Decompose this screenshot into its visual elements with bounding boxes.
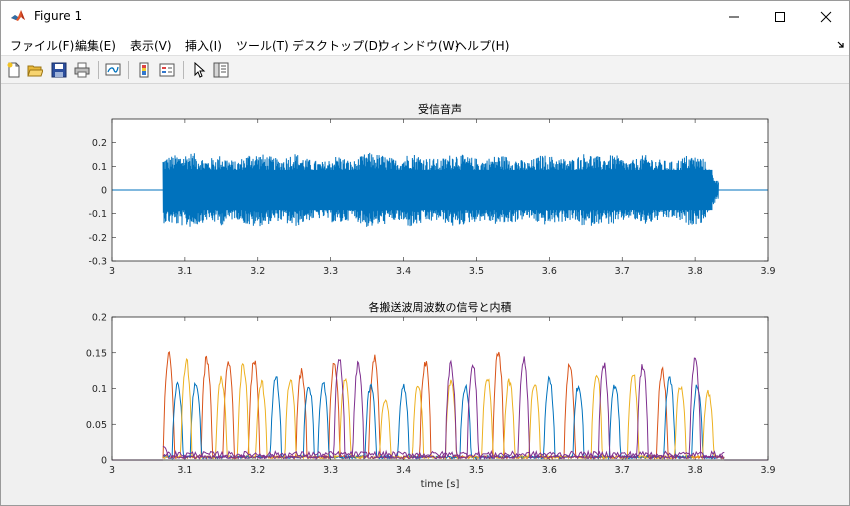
open-file-button[interactable] <box>25 60 45 80</box>
figure-canvas: 受信音声 3 3.1 3.2 3.3 3.4 3.5 3.6 3.7 3.8 3.9 -0.3 -0.2… <box>86 102 776 490</box>
x-tick-label: 3.8 <box>688 266 703 277</box>
matlab-logo-icon <box>11 10 25 21</box>
axes-received-audio[interactable]: 受信音声 3 3.1 3.2 3.3 3.4 3.5 3.6 3.7 3.8 3.9 -0.3 -0.2… <box>88 102 775 277</box>
x-tick-label: 3.1 <box>177 266 192 277</box>
x-tick-label: 3.8 <box>688 465 703 476</box>
link-plot-icon <box>105 63 121 76</box>
axes-carrier-inner-products[interactable]: 各搬送波周波数の信号と内積 3 3.1 3.2 3.3 3.4 3.5 3.6 3.7 3.8 3.… <box>86 300 776 490</box>
x-tick-label: 3.3 <box>323 266 338 277</box>
insert-colorbar-button[interactable] <box>134 60 154 80</box>
y-tick-label: -0.1 <box>88 209 107 220</box>
menu-bar: ファイル(F) 編集(E) 表示(V) 挿入(I) ツール(T) デスクトップ(… <box>1 32 849 56</box>
window-title: Figure 1 <box>34 9 83 23</box>
property-inspector-button[interactable] <box>211 60 231 80</box>
print-button[interactable] <box>72 60 92 80</box>
toolbar-separator <box>98 61 99 79</box>
x-tick-label: 3.7 <box>615 266 630 277</box>
maximize-icon <box>775 11 785 22</box>
y-tick-label: -0.2 <box>88 233 107 244</box>
axes-title: 受信音声 <box>418 102 462 116</box>
x-tick-label: 3.5 <box>469 266 484 277</box>
figure-toolbar <box>1 56 849 84</box>
menu-view[interactable]: 表示(V) <box>130 37 172 54</box>
save-button[interactable] <box>49 60 69 80</box>
minimize-icon <box>729 16 739 17</box>
close-icon <box>820 11 832 22</box>
open-file-icon <box>27 65 43 77</box>
save-icon <box>51 62 67 78</box>
y-tick-label: 0.1 <box>92 162 107 173</box>
maximize-button[interactable] <box>757 1 803 32</box>
menu-help[interactable]: ヘルプ(H) <box>455 37 509 54</box>
property-inspector-icon <box>213 62 229 78</box>
x-tick-label: 3.6 <box>542 266 557 277</box>
menu-insert[interactable]: 挿入(I) <box>185 37 222 54</box>
x-tick-label: 3.9 <box>760 465 775 476</box>
y-tick-label: 0 <box>101 456 107 467</box>
x-axis-label: time [s] <box>421 479 460 490</box>
axes-title: 各搬送波周波数の信号と内積 <box>369 300 512 314</box>
dock-arrow-icon[interactable] <box>836 40 846 50</box>
x-tick-label: 3.1 <box>177 465 192 476</box>
x-tick-label: 3 <box>109 465 115 476</box>
minimize-button[interactable] <box>711 1 757 32</box>
y-tick-label: 0.15 <box>86 348 107 359</box>
x-tick-label: 3.6 <box>542 465 557 476</box>
waveform-core <box>163 169 713 211</box>
y-tick-label: -0.3 <box>88 257 107 268</box>
x-tick-label: 3.2 <box>250 465 265 476</box>
close-button[interactable] <box>803 1 849 32</box>
y-tick-label: 0 <box>101 186 107 197</box>
menu-file[interactable]: ファイル(F) <box>10 37 74 54</box>
toolbar-separator <box>128 61 129 79</box>
title-bar[interactable]: Figure 1 <box>1 1 849 32</box>
select-arrow-icon <box>194 62 206 78</box>
toolbar-separator <box>183 61 184 79</box>
x-tick-label: 3.4 <box>396 266 411 277</box>
x-tick-label: 3.3 <box>323 465 338 476</box>
y-tick-label: 0.2 <box>92 138 107 149</box>
menu-tools[interactable]: ツール(T) <box>236 37 289 54</box>
print-icon <box>74 62 90 78</box>
colorbar-icon <box>139 62 149 78</box>
new-figure-icon <box>7 62 20 78</box>
y-tick-label: 0.1 <box>92 384 107 395</box>
edit-plot-button[interactable] <box>189 60 209 80</box>
x-tick-label: 3.4 <box>396 465 411 476</box>
menu-edit[interactable]: 編集(E) <box>75 37 116 54</box>
new-figure-button[interactable] <box>4 60 24 80</box>
legend-icon <box>159 63 175 77</box>
x-tick-label: 3.7 <box>615 465 630 476</box>
x-tick-label: 3.2 <box>250 266 265 277</box>
menu-window[interactable]: ウィンドウ(W) <box>378 37 459 54</box>
y-tick-label: 0.2 <box>92 313 107 324</box>
menu-desktop[interactable]: デスクトップ(D) <box>292 37 383 54</box>
link-plot-button[interactable] <box>103 60 123 80</box>
x-tick-label: 3.5 <box>469 465 484 476</box>
x-tick-label: 3 <box>109 266 115 277</box>
x-tick-label: 3.9 <box>760 266 775 277</box>
y-tick-label: 0.05 <box>86 420 107 431</box>
figure-window: Figure 1 ファイル(F) 編集(E) 表示(V) 挿入(I) ツール(T… <box>0 0 850 506</box>
insert-legend-button[interactable] <box>157 60 177 80</box>
